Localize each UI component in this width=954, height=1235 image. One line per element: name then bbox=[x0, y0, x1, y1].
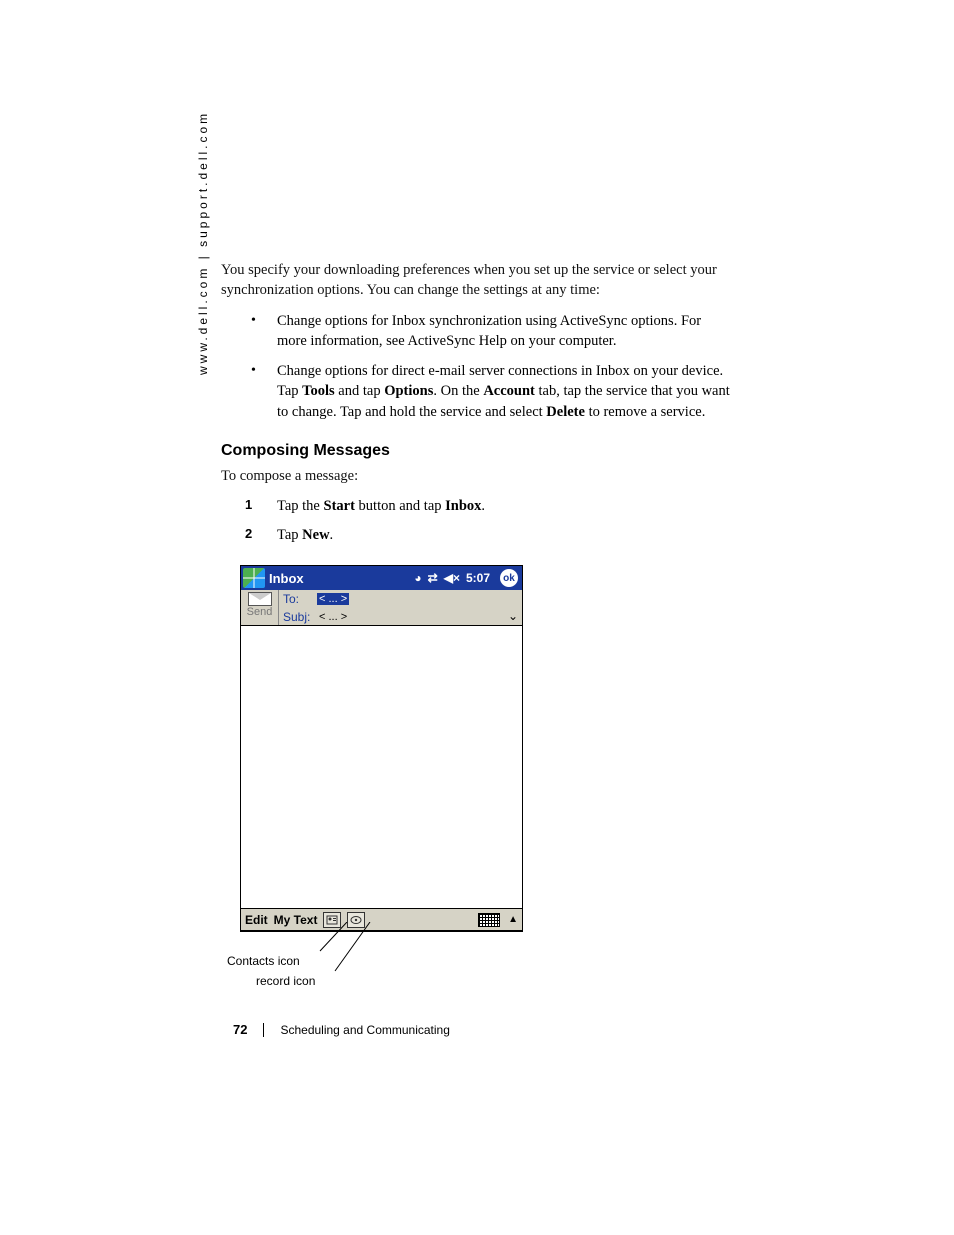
subject-row: Subj: < ... > bbox=[279, 608, 522, 626]
section-heading: Composing Messages bbox=[221, 442, 731, 460]
contacts-icon[interactable] bbox=[323, 912, 341, 928]
envelope-icon[interactable] bbox=[248, 592, 272, 606]
footer-separator bbox=[263, 1023, 264, 1037]
edit-menu[interactable]: Edit bbox=[245, 913, 268, 927]
page-number: 72 bbox=[233, 1022, 247, 1037]
mytext-menu[interactable]: My Text bbox=[274, 913, 318, 927]
intro-paragraph-2: To compose a message: bbox=[221, 466, 731, 486]
section-title: Scheduling and Communicating bbox=[280, 1023, 449, 1037]
bottom-toolbar: Edit My Text ▲ bbox=[241, 908, 522, 930]
record-icon[interactable] bbox=[347, 912, 365, 928]
bullet-item: Change options for Inbox synchronization… bbox=[221, 311, 731, 352]
clock: 5:07 bbox=[466, 572, 490, 584]
step-number: 2 bbox=[245, 525, 252, 544]
bullet-item: Change options for direct e-mail server … bbox=[221, 361, 731, 422]
app-title: Inbox bbox=[269, 571, 304, 586]
fields-column: To: < ... > Subj: < ... > ⌄ bbox=[279, 590, 522, 625]
step-item: 1 Tap the Start button and tap Inbox. bbox=[221, 496, 731, 517]
bullet-list: Change options for Inbox synchronization… bbox=[221, 311, 731, 422]
subject-field[interactable]: < ... > bbox=[317, 611, 347, 623]
subject-label: Subj: bbox=[283, 610, 317, 624]
main-content: You specify your downloading preferences… bbox=[221, 260, 731, 554]
notification-icon[interactable]: ◕ bbox=[414, 572, 421, 584]
callouts: Contacts icon record icon bbox=[240, 932, 523, 992]
keyboard-icon[interactable] bbox=[478, 913, 500, 927]
numbered-list: 1 Tap the Start button and tap Inbox. 2 … bbox=[221, 496, 731, 546]
to-row: To: < ... > bbox=[279, 590, 522, 608]
callout-contacts: Contacts icon bbox=[227, 954, 300, 968]
up-arrow-icon[interactable]: ▲ bbox=[508, 914, 518, 925]
send-label[interactable]: Send bbox=[247, 606, 273, 618]
page-footer: 72 Scheduling and Communicating bbox=[233, 1022, 450, 1037]
to-label: To: bbox=[283, 592, 317, 606]
to-field[interactable]: < ... > bbox=[317, 593, 349, 605]
start-icon[interactable] bbox=[243, 568, 265, 588]
send-column: Send bbox=[241, 590, 279, 625]
tray-icons: ◕ ⇄ ◀× 5:07 ok bbox=[414, 569, 522, 587]
ok-button[interactable]: ok bbox=[500, 569, 518, 587]
speaker-icon[interactable]: ◀× bbox=[444, 572, 460, 584]
chevron-down-icon[interactable]: ⌄ bbox=[508, 609, 518, 623]
callout-record: record icon bbox=[256, 974, 315, 988]
intro-paragraph: You specify your downloading preferences… bbox=[221, 260, 731, 301]
device-screenshot: Inbox ◕ ⇄ ◀× 5:07 ok Send To: < ... > bbox=[240, 565, 523, 932]
sidebar-url: www.dell.com | support.dell.com bbox=[196, 111, 210, 375]
connectivity-icon[interactable]: ⇄ bbox=[428, 572, 438, 584]
title-bar: Inbox ◕ ⇄ ◀× 5:07 ok bbox=[241, 566, 522, 590]
compose-header: Send To: < ... > Subj: < ... > ⌄ bbox=[241, 590, 522, 626]
device-frame: Inbox ◕ ⇄ ◀× 5:07 ok Send To: < ... > bbox=[240, 565, 523, 932]
step-number: 1 bbox=[245, 496, 252, 515]
step-item: 2 Tap New. bbox=[221, 525, 731, 546]
